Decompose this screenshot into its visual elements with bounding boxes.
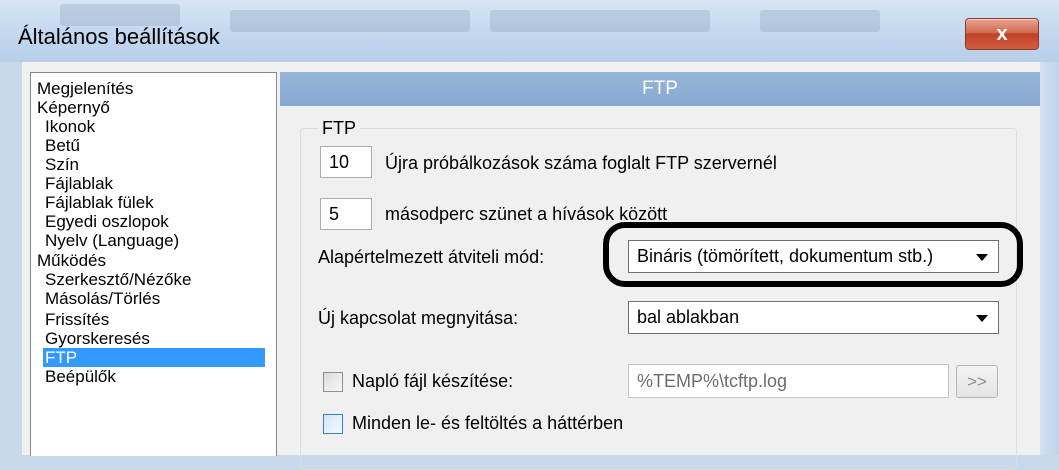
log-file-label: Napló fájl készítése: xyxy=(352,371,514,391)
panel-header: FTP xyxy=(280,72,1040,106)
tree-item-mukodes[interactable]: Működés xyxy=(31,251,270,270)
tree-item-ikonok[interactable]: Ikonok xyxy=(31,117,270,136)
close-button[interactable]: x xyxy=(965,18,1039,50)
tree-item-fajlablak[interactable]: Fájlablak xyxy=(31,174,270,193)
log-file-checkbox[interactable] xyxy=(323,372,343,392)
log-path-input[interactable]: %TEMP%\tcftp.log xyxy=(628,364,949,398)
tree-item-egyedi-oszlopok[interactable]: Egyedi oszlopok xyxy=(31,212,270,231)
retries-input[interactable]: 10 xyxy=(320,146,372,178)
transfer-mode-label: Alapértelmezett átviteli mód: xyxy=(318,247,545,267)
background-transfer-label: Minden le- és feltöltés a háttérben xyxy=(352,413,624,433)
new-connection-label: Új kapcsolat megnyitása: xyxy=(318,308,519,328)
window-title: Általános beállítások xyxy=(18,24,220,49)
tree-item-masolas[interactable]: Másolás/Törlés xyxy=(31,289,270,308)
tree-item-nyelv[interactable]: Nyelv (Language) xyxy=(31,231,270,250)
tree-item-kepernyo[interactable]: Képernyő xyxy=(31,98,270,117)
tree-item-beepulok[interactable]: Beépülők xyxy=(31,367,270,386)
background-transfer-checkbox[interactable] xyxy=(323,414,343,434)
background-blur xyxy=(490,10,710,32)
background-blur xyxy=(60,4,180,26)
tree-item-fajlablak-fulek[interactable]: Fájlablak fülek xyxy=(31,193,270,212)
tree-item-frissites[interactable]: Frissítés xyxy=(31,310,270,329)
tree-item-ftp[interactable]: FTP xyxy=(31,348,270,367)
chevron-down-icon xyxy=(976,315,988,322)
tree-item-gyorskereses[interactable]: Gyorskeresés xyxy=(31,329,270,348)
background-blur xyxy=(760,10,880,32)
highlight-annotation xyxy=(603,222,1023,287)
tree-item-betu[interactable]: Betű xyxy=(31,136,270,155)
background-blur xyxy=(230,10,470,32)
window-border xyxy=(1040,62,1059,455)
tree-item-szerkeszto[interactable]: Szerkesztő/Nézőke xyxy=(31,270,270,289)
retries-label: Újra próbálkozások száma foglalt FTP sze… xyxy=(385,153,777,173)
tree-item-megjelenites[interactable]: Megjelenítés xyxy=(31,79,270,98)
category-tree[interactable]: Megjelenítés Képernyő Ikonok Betű Szín F… xyxy=(30,72,277,456)
new-connection-select[interactable]: bal ablakban xyxy=(628,301,999,334)
close-icon: x xyxy=(996,22,1008,45)
browse-button[interactable]: >> xyxy=(956,365,998,398)
tree-item-szin[interactable]: Szín xyxy=(31,155,270,174)
group-title: FTP xyxy=(318,118,360,139)
new-connection-value: bal ablakban xyxy=(637,307,740,327)
title-bar: Általános beállítások x xyxy=(0,0,1059,62)
delay-input[interactable]: 5 xyxy=(320,198,372,230)
